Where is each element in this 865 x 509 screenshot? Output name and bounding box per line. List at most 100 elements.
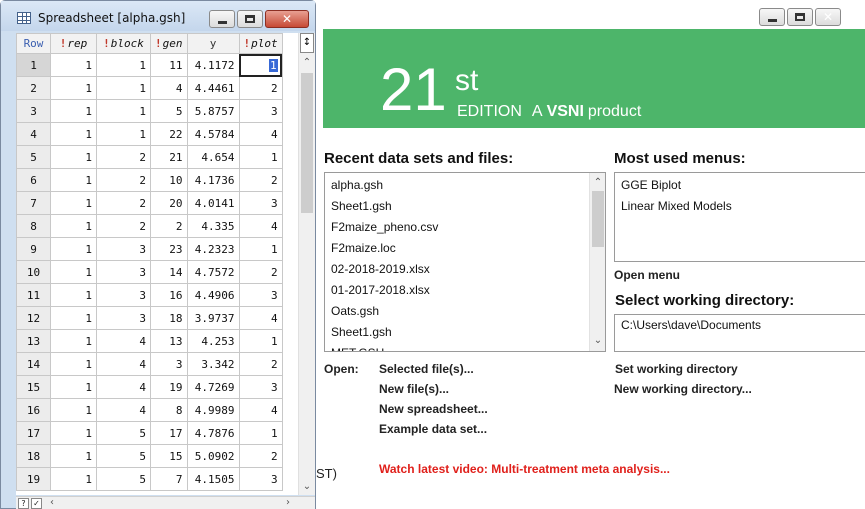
table-cell[interactable]: 20 (150, 191, 188, 215)
table-cell[interactable]: 3 (238, 99, 283, 123)
scroll-up-icon[interactable]: ⌃ (299, 55, 315, 71)
row-number[interactable]: 3 (16, 99, 51, 123)
table-cell[interactable]: 1 (50, 283, 97, 307)
table-cell[interactable]: 15 (150, 444, 188, 468)
row-number[interactable]: 18 (16, 444, 51, 468)
row-number[interactable]: 6 (16, 168, 51, 192)
table-cell[interactable]: 3.9737 (186, 306, 240, 330)
new-spreadsheet-link[interactable]: New spreadsheet... (379, 402, 488, 416)
recent-files-scrollbar[interactable]: ⌃ ⌄ (589, 173, 605, 351)
table-cell[interactable]: 3 (96, 237, 151, 261)
set-working-directory-link[interactable]: Set working directory (615, 362, 738, 376)
table-cell[interactable]: 1 (50, 214, 97, 238)
table-cell[interactable]: 5 (150, 99, 188, 123)
table-cell[interactable]: 11 (150, 53, 188, 77)
column-header[interactable]: !gen (150, 33, 188, 54)
menu-item[interactable]: Linear Mixed Models (615, 196, 865, 217)
table-cell[interactable]: 10 (150, 168, 188, 192)
table-cell[interactable]: 4.335 (186, 214, 240, 238)
table-cell[interactable]: 3 (96, 306, 151, 330)
table-cell[interactable]: 1 (96, 53, 151, 77)
scroll-down-icon[interactable]: ⌄ (590, 333, 605, 349)
row-number[interactable]: 11 (16, 283, 51, 307)
table-cell[interactable]: 3 (150, 352, 188, 376)
table-cell[interactable]: 2 (238, 76, 283, 100)
table-cell[interactable]: 4 (238, 306, 283, 330)
table-cell[interactable]: 1 (50, 122, 97, 146)
table-cell[interactable]: 1 (50, 444, 97, 468)
table-cell[interactable]: 5 (96, 444, 151, 468)
table-cell[interactable]: 1 (96, 76, 151, 100)
menu-item[interactable]: GGE Biplot (615, 175, 865, 196)
maximize-button[interactable] (787, 8, 813, 26)
recent-file-item[interactable]: 02-2018-2019.xlsx (325, 259, 605, 280)
new-working-directory-link[interactable]: New working directory... (614, 382, 752, 396)
table-cell[interactable]: 2 (238, 444, 283, 468)
table-cell[interactable]: 4 (150, 76, 188, 100)
table-cell[interactable]: 5.8757 (186, 99, 240, 123)
row-number[interactable]: 17 (16, 421, 51, 445)
table-cell[interactable]: 4.1505 (186, 467, 240, 491)
active-cell[interactable]: 1 (238, 53, 283, 77)
scroll-down-icon[interactable]: ⌄ (299, 479, 315, 495)
row-number[interactable]: 2 (16, 76, 51, 100)
table-cell[interactable]: 4.1172 (186, 53, 240, 77)
table-cell[interactable]: 4 (96, 329, 151, 353)
column-header[interactable]: !block (96, 33, 151, 54)
table-cell[interactable]: 2 (96, 168, 151, 192)
table-cell[interactable]: 21 (150, 145, 188, 169)
table-cell[interactable]: 2 (150, 214, 188, 238)
row-number[interactable]: 14 (16, 352, 51, 376)
table-cell[interactable]: 18 (150, 306, 188, 330)
spreadsheet-grid[interactable]: Row !rep !block !gen y !plot 1 1 1 11 4.1172 1 2 1 1 4… (16, 33, 298, 495)
table-cell[interactable]: 4.253 (186, 329, 240, 353)
table-cell[interactable]: 4.7269 (186, 375, 240, 399)
table-cell[interactable]: 1 (50, 53, 97, 77)
table-cell[interactable]: 7 (150, 467, 188, 491)
table-cell[interactable]: 4.2323 (186, 237, 240, 261)
recent-file-item[interactable]: Sheet1.gsh (325, 322, 605, 343)
minimize-button[interactable] (759, 8, 785, 26)
table-cell[interactable]: 4.1736 (186, 168, 240, 192)
table-cell[interactable]: 3 (96, 260, 151, 284)
table-cell[interactable]: 4 (96, 375, 151, 399)
recent-file-item[interactable]: Sheet1.gsh (325, 196, 605, 217)
table-cell[interactable]: 1 (96, 99, 151, 123)
table-cell[interactable]: 1 (50, 329, 97, 353)
spreadsheet-titlebar[interactable]: Spreadsheet [alpha.gsh] ✕ (1, 1, 315, 31)
table-cell[interactable]: 1 (50, 352, 97, 376)
table-cell[interactable]: 1 (238, 145, 283, 169)
row-number[interactable]: 15 (16, 375, 51, 399)
table-cell[interactable]: 4.654 (186, 145, 240, 169)
table-cell[interactable]: 16 (150, 283, 188, 307)
recent-file-item[interactable]: F2maize.loc (325, 238, 605, 259)
table-cell[interactable]: 1 (50, 76, 97, 100)
table-cell[interactable]: 23 (150, 237, 188, 261)
table-cell[interactable]: 13 (150, 329, 188, 353)
table-cell[interactable]: 5.0902 (186, 444, 240, 468)
row-number[interactable]: 12 (16, 306, 51, 330)
recent-file-item[interactable]: 01-2017-2018.xlsx (325, 280, 605, 301)
row-number[interactable]: 19 (16, 467, 51, 491)
table-cell[interactable]: 4 (238, 214, 283, 238)
table-cell[interactable]: 1 (50, 306, 97, 330)
table-cell[interactable]: 4.5784 (186, 122, 240, 146)
scroll-thumb[interactable] (592, 191, 604, 247)
frozen-pane-button[interactable]: ↕ (300, 33, 314, 53)
table-cell[interactable]: 4.9989 (186, 398, 240, 422)
open-menu-link[interactable]: Open menu (614, 268, 680, 282)
column-header[interactable]: Row (16, 33, 51, 54)
scroll-right-icon[interactable]: › (286, 497, 290, 509)
table-cell[interactable]: 1 (50, 191, 97, 215)
help-toggle-button[interactable]: ? (18, 498, 29, 509)
row-number[interactable]: 7 (16, 191, 51, 215)
scroll-thumb[interactable] (301, 73, 313, 213)
table-cell[interactable]: 4.7572 (186, 260, 240, 284)
table-cell[interactable]: 4 (238, 122, 283, 146)
table-cell[interactable]: 1 (50, 168, 97, 192)
table-cell[interactable]: 4.4906 (186, 283, 240, 307)
table-cell[interactable]: 1 (238, 421, 283, 445)
check-toggle-button[interactable]: ✓ (31, 498, 42, 509)
table-cell[interactable]: 1 (50, 99, 97, 123)
close-button[interactable]: ✕ (815, 8, 841, 26)
